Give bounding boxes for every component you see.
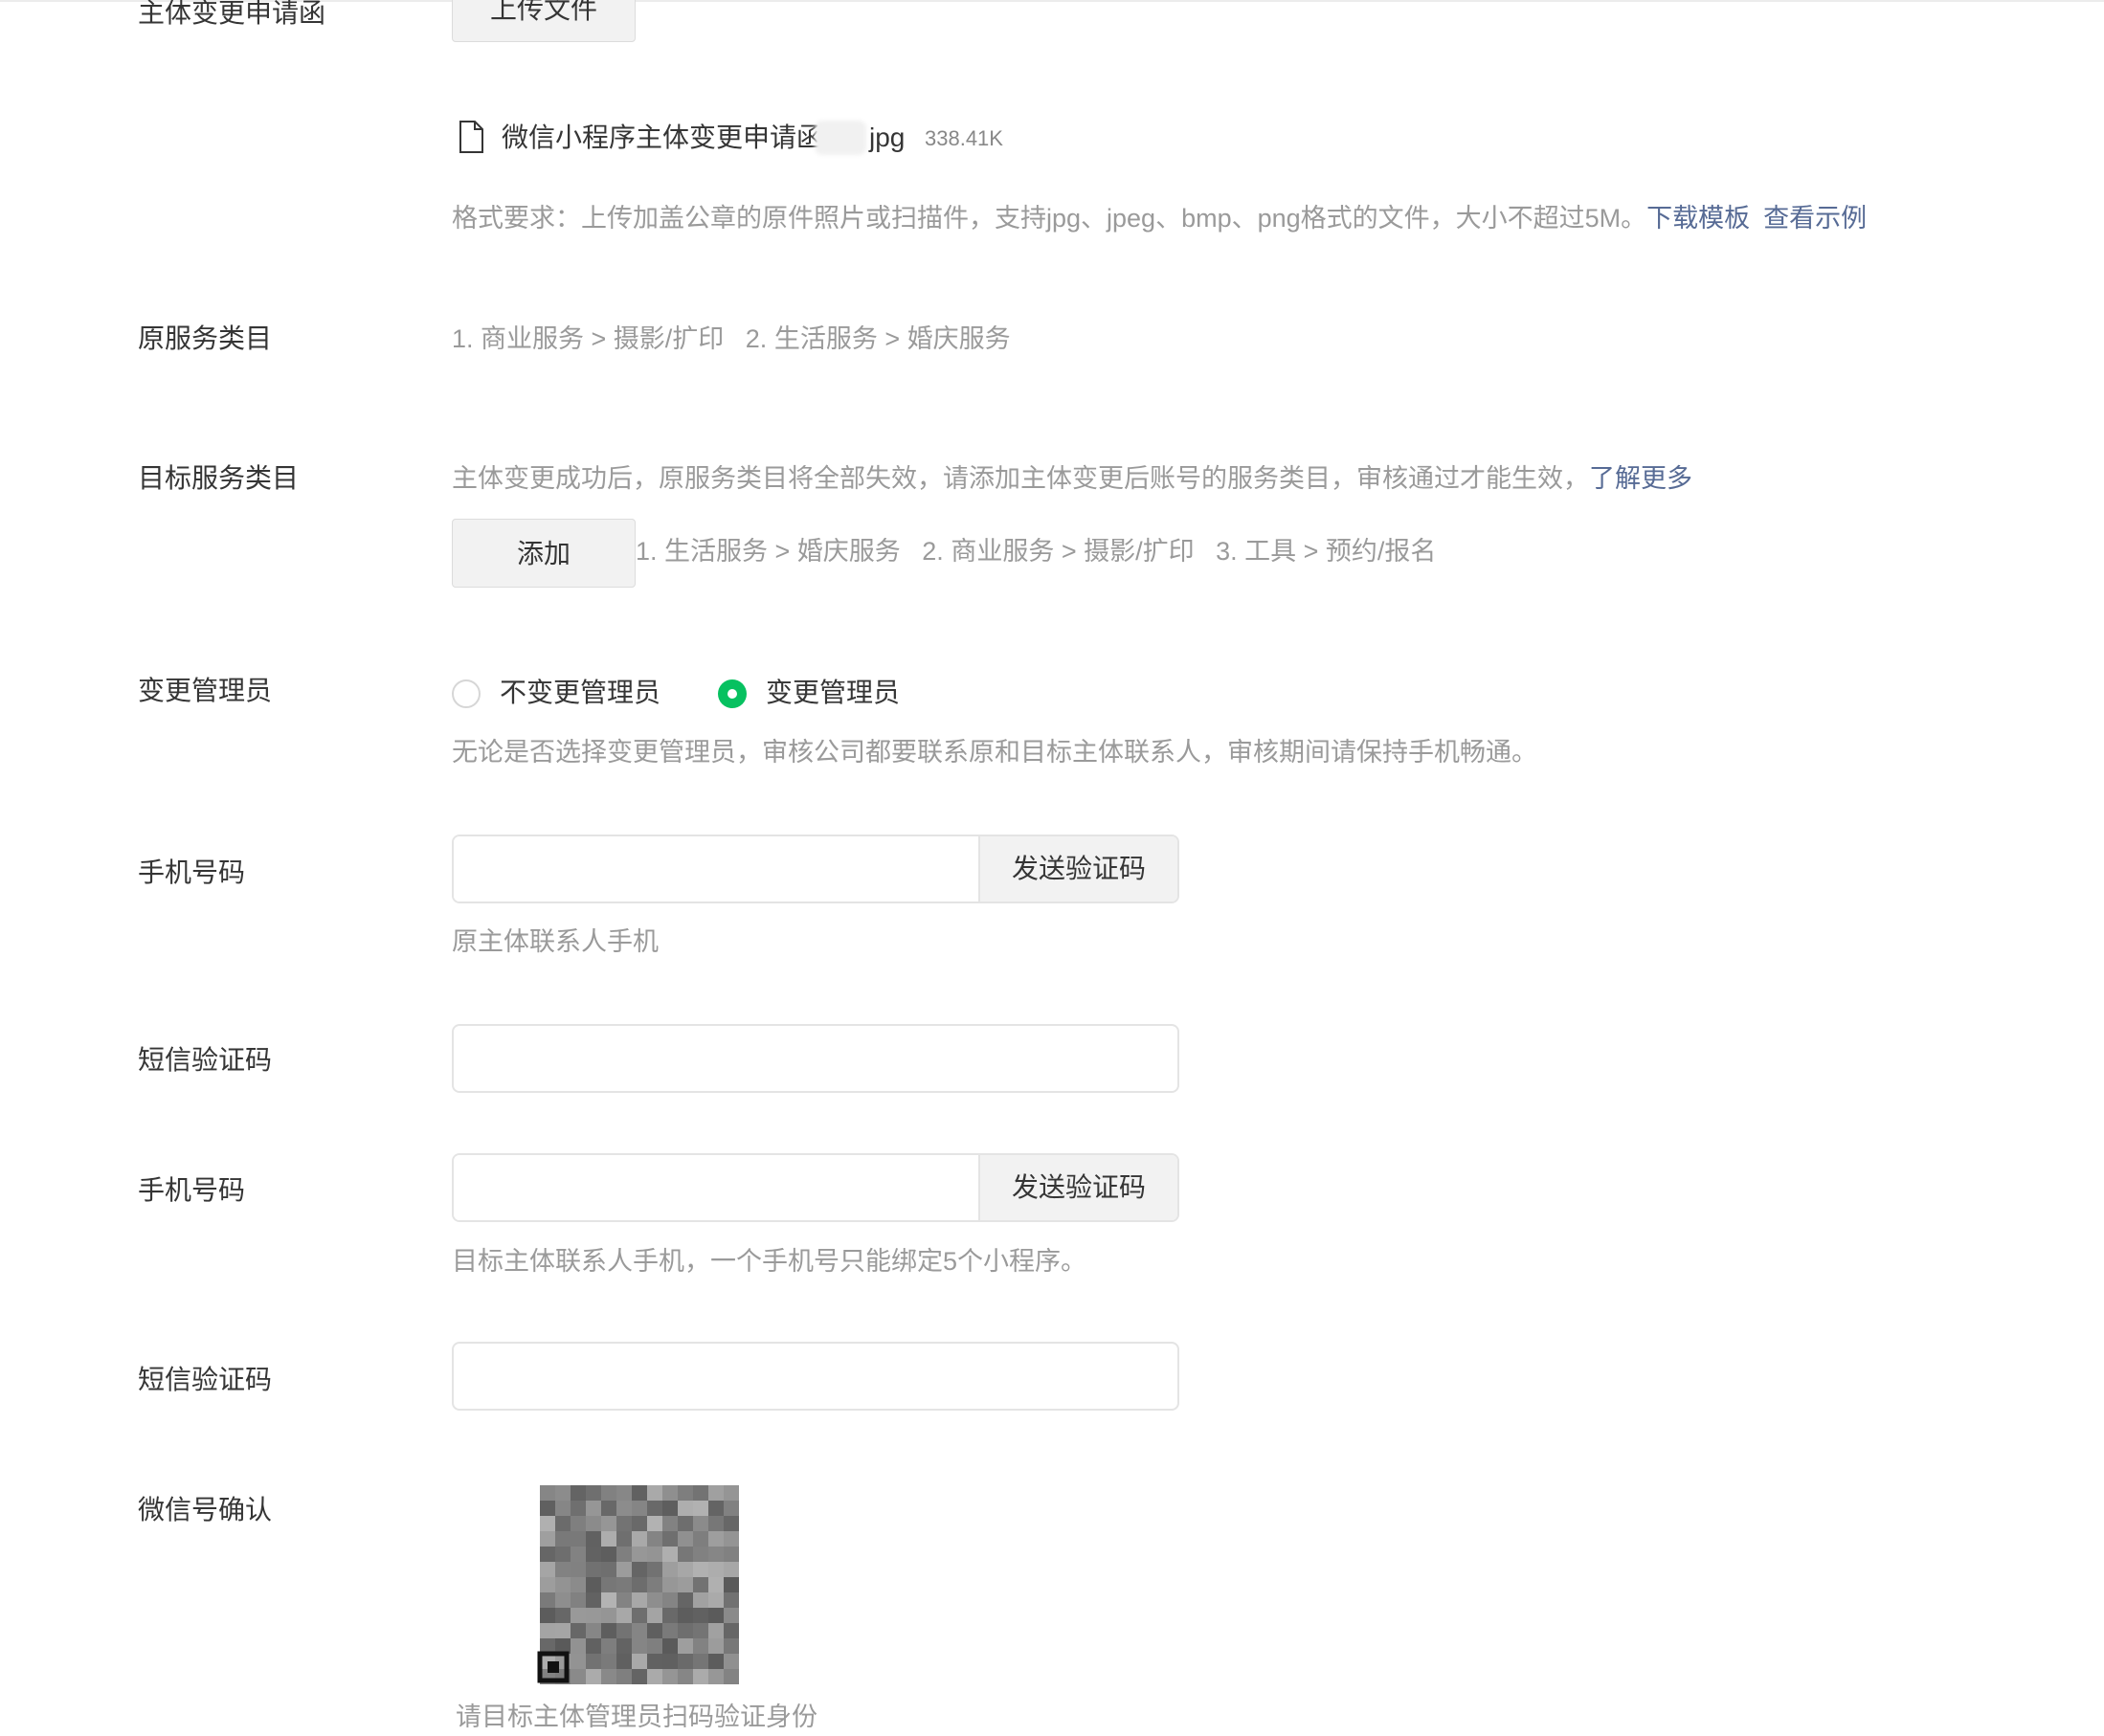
view-example-link[interactable]: 查看示例 (1763, 204, 1867, 233)
radio-change[interactable] (718, 679, 747, 708)
original-category-label: 原服务类目 (138, 323, 273, 353)
download-template-link[interactable]: 下载模板 (1646, 204, 1750, 233)
phone-original-label: 手机号码 (138, 857, 246, 887)
phone-target-group: 发送验证码 (452, 1153, 1179, 1222)
file-name-suffix: jpg (869, 122, 906, 152)
upload-file-button[interactable]: 上传文件 (452, 0, 636, 42)
phone-target-label: 手机号码 (138, 1175, 246, 1205)
radio-no-change[interactable] (452, 679, 481, 708)
learn-more-link[interactable]: 了解更多 (1589, 464, 1692, 493)
target-category-tip-text: 主体变更成功后，原服务类目将全部失效，请添加主体变更后账号的服务类目，审核通过才… (452, 464, 1589, 493)
file-name-prefix: 微信小程序主体变更申请函 (502, 122, 824, 152)
phone-target-tip: 目标主体联系人手机，一个手机号只能绑定5个小程序。 (452, 1247, 1087, 1276)
add-category-button[interactable]: 添加 (452, 519, 636, 588)
redaction-mask (815, 121, 866, 155)
sms-original-label: 短信验证码 (138, 1045, 273, 1075)
target-category-tip: 主体变更成功后，原服务类目将全部失效，请添加主体变更后账号的服务类目，审核通过才… (452, 461, 1692, 496)
format-tip: 格式要求：上传加盖公章的原件照片或扫描件，支持jpg、jpeg、bmp、png格… (452, 201, 1867, 235)
original-category-value: 1. 商业服务 > 摄影/扩印 2. 生活服务 > 婚庆服务 (452, 324, 1011, 353)
send-code-target-button[interactable]: 发送验证码 (978, 1155, 1177, 1220)
format-tip-text: 格式要求：上传加盖公章的原件照片或扫描件，支持jpg、jpeg、bmp、png格… (452, 204, 1647, 233)
phone-original-input[interactable] (454, 836, 978, 901)
qr-code-icon (536, 1481, 743, 1688)
file-size: 338.41K (925, 126, 1003, 150)
admin-change-tip: 无论是否选择变更管理员，审核公司都要联系原和目标主体联系人，审核期间请保持手机畅… (452, 738, 1537, 767)
radio-change-label[interactable]: 变更管理员 (766, 676, 900, 710)
wechat-confirm-tip: 请目标主体管理员扫码验证身份 (456, 1703, 817, 1731)
target-category-value: 1. 生活服务 > 婚庆服务 2. 商业服务 > 摄影/扩印 3. 工具 > 预… (636, 537, 1437, 566)
sms-original-input[interactable] (452, 1024, 1179, 1093)
letter-label: 主体变更申请函 (138, 0, 326, 28)
phone-target-input[interactable] (454, 1155, 978, 1220)
phone-original-group: 发送验证码 (452, 835, 1179, 903)
radio-no-change-label[interactable]: 不变更管理员 (500, 676, 660, 710)
admin-change-label: 变更管理员 (138, 676, 273, 705)
target-category-label: 目标服务类目 (138, 463, 300, 493)
file-icon (458, 120, 484, 159)
sms-target-input[interactable] (452, 1342, 1179, 1411)
sms-target-label: 短信验证码 (138, 1365, 273, 1394)
phone-original-tip: 原主体联系人手机 (452, 927, 659, 956)
send-code-original-button[interactable]: 发送验证码 (978, 836, 1177, 901)
wechat-confirm-label: 微信号确认 (138, 1495, 273, 1525)
